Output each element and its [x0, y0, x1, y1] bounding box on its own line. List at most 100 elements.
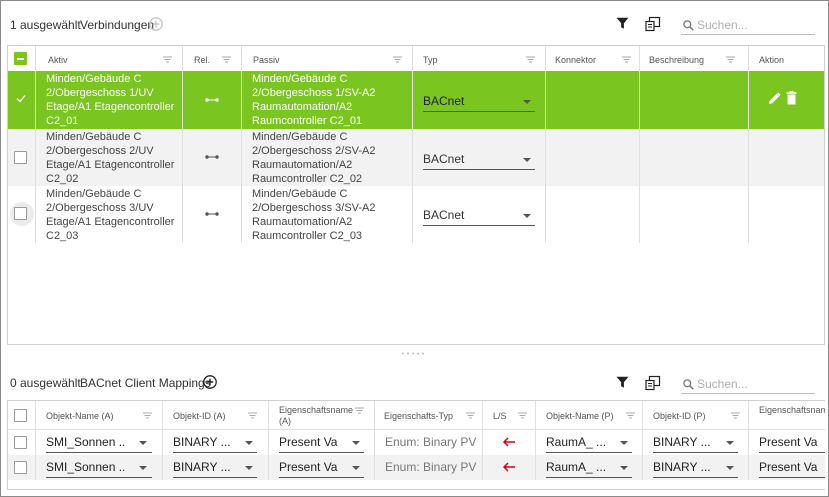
filter-icon: [616, 17, 629, 29]
select-underline: [423, 225, 535, 226]
sort-icon[interactable]: [393, 56, 402, 63]
col-header-typ[interactable]: Typ: [423, 55, 438, 65]
sort-icon[interactable]: [626, 412, 635, 419]
table-row[interactable]: Minden/Gebäude C 2/Obergeschoss 2/UV Etage…: [8, 129, 824, 186]
top-column-chooser-button[interactable]: [645, 16, 661, 37]
chevron-down-icon[interactable]: [726, 466, 734, 470]
delete-icon[interactable]: [786, 91, 797, 105]
column-divider: [35, 46, 36, 243]
chevron-down-icon[interactable]: [620, 441, 628, 445]
col-header-objekt-id-p[interactable]: Objekt-ID (P): [653, 411, 706, 421]
chevron-down-icon[interactable]: [523, 100, 531, 104]
col-header-konnektor[interactable]: Konnektor: [555, 55, 596, 65]
sort-icon[interactable]: [143, 412, 152, 419]
columns-icon: [645, 16, 661, 32]
table-row[interactable]: Minden/Gebäude C 2/Obergeschoss 3/UV Etage…: [8, 186, 824, 243]
sort-icon[interactable]: [355, 407, 364, 414]
objekt-id-p-select[interactable]: BINARY ...: [653, 460, 716, 474]
top-search-input[interactable]: Suchen...: [697, 18, 748, 32]
add-connection-button[interactable]: [149, 17, 163, 36]
chevron-down-icon[interactable]: [726, 441, 734, 445]
select-underline: [173, 452, 257, 453]
select-underline: [759, 477, 825, 478]
column-divider: [412, 46, 413, 243]
col-header-eigenschafts-typ[interactable]: Eigenschafts-Typ: [384, 411, 453, 421]
edit-icon[interactable]: [768, 92, 781, 105]
eigenschaftsname-a-select[interactable]: Present Va: [279, 460, 341, 474]
sort-icon[interactable]: [466, 412, 475, 419]
table-row[interactable]: Minden/Gebäude C 2/Obergeschoss 1/UV Etage…: [8, 71, 824, 129]
typ-select-value[interactable]: BACnet: [423, 208, 464, 222]
select-underline: [546, 452, 632, 453]
select-all-checkbox[interactable]: [14, 52, 27, 65]
eigenschaftsname-p-select[interactable]: Present Va: [759, 460, 821, 474]
bottom-column-chooser-button[interactable]: [645, 375, 661, 396]
chevron-down-icon[interactable]: [352, 466, 360, 470]
sort-icon[interactable]: [248, 412, 257, 419]
col-header-eigenschaftsname-p[interactable]: Eigenschaftsname (P): [759, 405, 825, 416]
column-divider: [642, 401, 643, 480]
bottom-search-input[interactable]: Suchen...: [697, 377, 748, 391]
aktiv-cell: Minden/Gebäude C 2/Obergeschoss 2/UV Etage…: [46, 131, 175, 185]
sort-icon[interactable]: [163, 56, 172, 63]
aktiv-cell: Minden/Gebäude C 2/Obergeschoss 1/UV Etage…: [46, 73, 175, 127]
objekt-id-a-select[interactable]: BINARY ...: [173, 460, 238, 474]
objekt-id-p-select[interactable]: BINARY ...: [653, 435, 716, 449]
filter-icon: [616, 376, 629, 388]
row-checkbox[interactable]: [14, 461, 27, 474]
col-header-eigenschaftsname-a[interactable]: Eigenschaftsname (A): [279, 405, 359, 427]
eigenschaftsname-a-select[interactable]: Present Va: [279, 435, 341, 449]
col-header-beschreibung[interactable]: Beschreibung: [649, 55, 704, 65]
table-row[interactable]: SMI_Sonnen ... BINARY ... Present Va Enu…: [8, 430, 825, 455]
select-all-checkbox[interactable]: [14, 409, 27, 422]
chevron-down-icon[interactable]: [523, 214, 531, 218]
column-divider: [535, 401, 536, 480]
sort-icon[interactable]: [222, 56, 231, 63]
bottom-title: BACnet Client Mappings: [80, 376, 211, 390]
col-header-objekt-id-a[interactable]: Objekt-ID (A): [173, 411, 226, 421]
col-header-objekt-name-p[interactable]: Objekt-Name (P): [546, 411, 614, 421]
top-filter-button[interactable]: [616, 17, 629, 35]
objekt-name-a-select[interactable]: SMI_Sonnen ...: [46, 435, 126, 449]
col-header-rel[interactable]: Rel.: [194, 55, 210, 65]
row-checkbox[interactable]: [14, 207, 27, 220]
chevron-down-icon[interactable]: [620, 466, 628, 470]
select-underline: [173, 477, 257, 478]
link-icon: [205, 155, 219, 159]
sort-icon[interactable]: [726, 56, 735, 63]
resize-handle[interactable]: [400, 352, 424, 355]
column-divider: [182, 46, 183, 243]
sort-icon[interactable]: [731, 412, 740, 419]
objekt-name-p-select[interactable]: RaumA_ ...: [546, 460, 611, 474]
link-icon: [205, 98, 219, 102]
typ-select-value[interactable]: BACnet: [423, 94, 464, 108]
chevron-down-icon[interactable]: [245, 466, 253, 470]
top-title: Verbindungen: [80, 18, 155, 32]
mappings-table: Objekt-Name (A) Objekt-ID (A) Eigenschaf…: [7, 400, 825, 490]
chevron-down-icon[interactable]: [245, 441, 253, 445]
add-mapping-button[interactable]: [203, 375, 217, 394]
chevron-down-icon[interactable]: [139, 466, 147, 470]
sort-icon[interactable]: [622, 56, 631, 63]
col-header-objekt-name-a[interactable]: Objekt-Name (A): [46, 411, 114, 421]
col-header-aktiv[interactable]: Aktiv: [48, 55, 68, 65]
chevron-down-icon[interactable]: [352, 441, 360, 445]
objekt-name-p-select[interactable]: RaumA_ ...: [546, 435, 611, 449]
chevron-down-icon[interactable]: [523, 158, 531, 162]
objekt-name-a-select[interactable]: SMI_Sonnen ...: [46, 460, 126, 474]
typ-select-value[interactable]: BACnet: [423, 152, 464, 166]
check-icon[interactable]: [16, 94, 26, 103]
chevron-down-icon[interactable]: [139, 441, 147, 445]
col-header-passiv[interactable]: Passiv: [253, 55, 280, 65]
table-row[interactable]: SMI_Sonnen ... BINARY ... Present Va Enu…: [8, 455, 825, 480]
select-underline: [423, 169, 535, 170]
eigenschaftsname-p-select[interactable]: Present Va: [759, 435, 821, 449]
objekt-id-a-select[interactable]: BINARY ...: [173, 435, 238, 449]
sort-icon[interactable]: [526, 56, 535, 63]
col-header-ls[interactable]: L/S: [493, 411, 507, 421]
row-checkbox[interactable]: [14, 151, 27, 164]
sort-icon[interactable]: [518, 412, 527, 419]
add-icon: [203, 375, 217, 389]
bottom-filter-button[interactable]: [616, 376, 629, 394]
row-checkbox[interactable]: [14, 436, 27, 449]
